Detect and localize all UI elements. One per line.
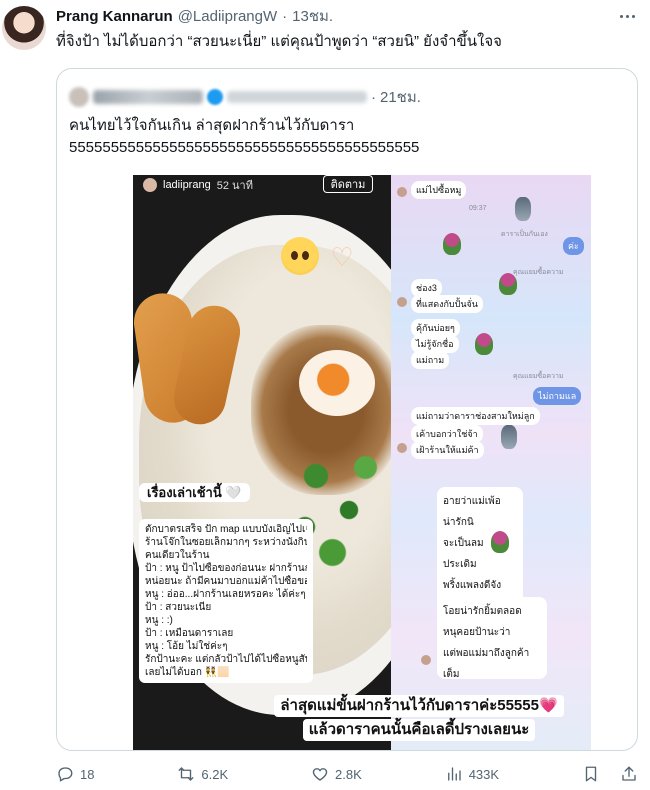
follow-button: ติดตาม [323,175,373,193]
chat-card-line: แต่พอแม่มาถึงลูกค้าเต็ม [443,648,530,680]
story-line: เลยไม่ได้บอก 👯🏻 [145,667,230,678]
story-header: ladiiprang 52 นาที [143,177,253,193]
chat-message: แม่ถาม [411,351,450,369]
repost-icon [178,767,194,781]
bookmark-icon [585,766,597,782]
chat-card-line: หนุคอยป้านะว่า [443,627,511,638]
reply-count: 18 [80,766,95,782]
reply-button[interactable]: 18 [56,765,94,783]
action-bar-right [582,765,638,783]
views-button[interactable]: 433K [445,765,499,783]
story-line: คนเดียวในร้าน [145,550,210,561]
story-line: ป้า : หนู ป้าไปซื้อของก่อนนะ ฝากร้านกับห… [145,563,307,574]
views-icon [447,767,461,781]
quote-time[interactable]: 21ชม. [380,85,421,109]
like-count: 2.8K [335,766,362,782]
quote-text-line: 5555555555555555555555555555555555555555… [69,139,420,156]
chat-label: คุณแยมซื้อความ [513,269,564,276]
display-name[interactable]: Prang Kannarun [56,8,173,25]
chat-card: อายว่าแม่เพ้อ น่ารักนิ จะเป็นลม ประเดิม … [437,487,523,609]
pleading-face-emoji [281,237,319,275]
caption-text: ล่าสุดแม่ขั้นฝากร้านไว้กับดาราค่ะ55555 [280,697,539,714]
heart-hands-emoji: ♡ [330,242,354,272]
story-line: หน่อยนะ ถ้ามีคนมาบอกแม่ค้าไปซื้อของ [145,576,307,587]
avatar[interactable] [2,6,46,50]
user-handle[interactable]: @LadiiprangW [178,8,277,25]
flower-sticker [499,273,517,295]
story-line: หนู : โอ้ย ไม่ใช่ค่ะๆ [145,641,228,652]
quote-text: คนไทยไว้ใจกันเกิน ล่าสุดฝากร้านไว้กับดาร… [69,115,419,159]
doll-sticker [501,425,517,449]
tweet: Prang Kannarun @LadiiprangW · 13ชม. ที่จ… [0,0,650,790]
chat-avatar [397,187,407,197]
quote-tweet[interactable]: · 21ชม. คนไทยไว้ใจกันเกิน ล่าสุดฝากร้านไ… [56,68,638,751]
flower-sticker [443,233,461,255]
like-icon [312,768,328,781]
more-icon[interactable] [616,6,638,26]
chat-avatar [397,443,407,453]
share-icon [622,766,636,781]
story-line: ตักบาตรเสร็จ ปัก map แบบบังเอิญไปเจอ [145,524,307,535]
story-title: เรื่องเล่าเช้านี้ 🤍 [139,483,250,502]
chat-message: แม่ถามว่าดาราช่องสามใหม่ลูก [411,407,540,425]
story-time: 52 นาที [216,180,253,192]
story-username: ladiiprang [163,179,211,191]
chat-avatar [421,655,431,665]
story-body: ตักบาตรเสร็จ ปัก map แบบบังเอิญไปเจอ ร้า… [139,519,313,683]
tweet-header: Prang Kannarun @LadiiprangW · 13ชม. [56,6,333,26]
quote-text-line: คนไทยไว้ใจกันเกิน ล่าสุดฝากร้านไว้กับดาร… [69,117,355,134]
separator: · [371,88,376,106]
story-caption: ล่าสุดแม่ขั้นฝากร้านไว้กับดาราค่ะ55555💗 … [269,695,569,743]
chat-message: แม่ไปซื้อหมู [411,181,467,199]
chat-card-line: น่ารักนิ [443,517,474,528]
story-line: ป้า : สวยนะเนี่ย [145,602,212,613]
views-count: 433K [468,766,500,782]
story-avatar [143,178,157,192]
chat-message: ที่แสดงกับปั้นจั่น [411,295,483,313]
reply-icon [58,767,73,782]
chat-reply: ไม่ถามแล [533,387,582,405]
tweet-time[interactable]: 13ชม. [292,4,333,28]
heart-emoji: 💗 [538,697,558,714]
quote-display-name-blurred [93,90,203,104]
chat-card-line: อายว่าแม่เพ้อ [443,496,501,507]
repost-button[interactable]: 6.2K [177,765,228,783]
story-line: หนู : :) [145,615,173,626]
chat-label: คุณแยมซื้อความ [513,373,564,380]
like-button[interactable]: 2.8K [311,765,362,783]
chat-timestamp: 09:37 [469,205,487,212]
story-line: หนู : อ่ออ...ฝากร้านเลยหรอคะ ได้ค่ะๆ [145,589,306,600]
quote-handle-blurred [227,91,367,103]
tweet-text: ที่จิงป้า ไม่ได้บอกว่า “สวยนะเนี่ย” แต่ค… [56,33,502,50]
flower-sticker [475,333,493,355]
caption-line: ล่าสุดแม่ขั้นฝากร้านไว้กับดาราค่ะ55555💗 [274,695,564,717]
verified-icon [207,89,223,105]
egg [299,350,375,416]
chat-avatar [397,297,407,307]
doll-sticker [515,197,531,221]
chat-card-line: โอยน่ารักยิ้มตลอด [443,606,522,617]
chat-reply: ค่ะ [563,237,584,255]
chat-card: โอยน่ารักยิ้มตลอด หนุคอยป้านะว่า แต่พอแม… [437,597,547,680]
chat-card-line: ประเดิม [443,559,477,570]
share-button[interactable] [620,765,638,783]
separator: · [282,7,288,25]
bookmark-button[interactable] [582,765,600,783]
chat-notice: ดาราเป็นกันเอง [501,231,548,238]
story-line: ป้า : เหมือนดาราเลย [145,628,234,639]
chat-card-line: พริ้งแพลงดีจัง [443,580,502,591]
quote-header: · 21ชม. [69,87,421,107]
story-line: ร้านโจ๊กในซอยเล็กมากๆ ระหว่างนั่งกินอยู่ [145,537,307,548]
caption-line: แล้วดาราคนนั้นคือเลดี้ปรางเลยนะ [302,719,536,741]
action-bar: 18 6.2K 2.8K 433K [56,762,638,786]
chat-message: เฝ้าร้านให้แม่ค้า [411,441,484,459]
quote-avatar[interactable] [69,87,89,107]
chat-screenshot: แม่ไปซื้อหมู 09:37 ดาราเป็นกันเอง ค่ะ คุ… [391,175,591,750]
story-line: รักป้านะคะ แต่กลัวป้าไปได้ไปซื้อหนูสับ [145,654,307,665]
porridge-photo: ladiiprang 52 นาที ติดตาม ♡ เรื่องเล่าเช… [133,175,447,750]
flower-sticker [491,531,509,553]
repost-count: 6.2K [201,766,229,782]
quote-media-image[interactable]: ladiiprang 52 นาที ติดตาม ♡ เรื่องเล่าเช… [133,175,591,750]
